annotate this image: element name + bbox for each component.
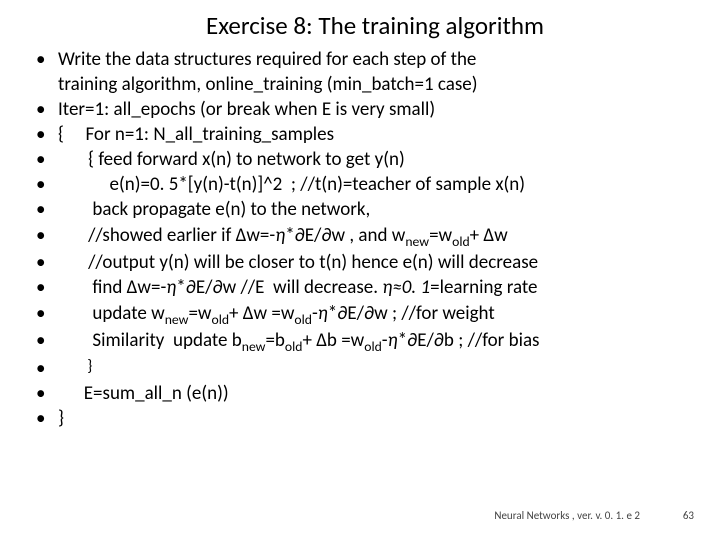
- line-text: //output y(n) will be closer to t(n) hen…: [58, 250, 690, 275]
- footer-note: Neural Networks , ver. v. 0. 1. e 2: [494, 509, 640, 522]
- list-item: • { feed forward x(n) to network to get …: [30, 147, 690, 172]
- bullet-dot: •: [30, 250, 58, 275]
- slide-body: • Write the data structures required for…: [30, 47, 690, 432]
- bullet-dot: •: [30, 275, 58, 300]
- list-item: • Write the data structures required for…: [30, 47, 690, 72]
- list-item: • }: [30, 406, 690, 431]
- line-text: back propagate e(n) to the network,: [58, 197, 690, 222]
- line-text: update wnew=wold+ Δw =wold-η*∂E/∂w ; //f…: [58, 301, 690, 329]
- line-text: E=sum_all_n (e(n)): [58, 381, 690, 406]
- list-item: • update wnew=wold+ Δw =wold-η*∂E/∂w ; /…: [30, 301, 690, 329]
- line-text: Iter=1: all_epochs (or break when E is v…: [58, 97, 690, 122]
- line-text: training algorithm, online_training (min…: [58, 72, 690, 97]
- bullet-dot: •: [30, 197, 58, 222]
- list-item: • back propagate e(n) to the network,: [30, 197, 690, 222]
- bullet-dot: •: [30, 381, 58, 406]
- list-item: • find Δw=-η*∂E/∂w //E will decrease. η≈…: [30, 275, 690, 300]
- list-item: • Similarity update bnew=bold+ Δb =wold-…: [30, 328, 690, 356]
- list-item: • Iter=1: all_epochs (or break when E is…: [30, 97, 690, 122]
- list-item: • { For n=1: N_all_training_samples: [30, 122, 690, 147]
- line-text: find Δw=-η*∂E/∂w //E will decrease. η≈0.…: [58, 275, 690, 300]
- bullet-dot: •: [30, 47, 58, 72]
- bullet-dot: •: [30, 328, 58, 353]
- list-item: • e(n)=0. 5*[y(n)-t(n)]^2 ; //t(n)=teach…: [30, 172, 690, 197]
- line-text: }: [58, 356, 690, 377]
- bullet-dot: •: [30, 122, 58, 147]
- bullet-dot: •: [30, 301, 58, 326]
- line-text: e(n)=0. 5*[y(n)-t(n)]^2 ; //t(n)=teacher…: [58, 172, 690, 197]
- line-text: }: [58, 406, 690, 431]
- page-number: 63: [683, 509, 694, 522]
- bullet-dot: •: [30, 97, 58, 122]
- bullet-dot: •: [30, 172, 58, 197]
- slide-title: Exercise 8: The training algorithm: [60, 10, 690, 41]
- line-text: { For n=1: N_all_training_samples: [58, 122, 690, 147]
- bullet-dot: •: [30, 223, 58, 248]
- bullet-dot: •: [30, 406, 58, 431]
- list-item: training algorithm, online_training (min…: [30, 72, 690, 97]
- line-text: Write the data structures required for e…: [58, 47, 690, 72]
- bullet-dot: •: [30, 356, 58, 381]
- line-text: //showed earlier if Δw=-η*∂E/∂w , and wn…: [58, 223, 690, 251]
- list-item: • //output y(n) will be closer to t(n) h…: [30, 250, 690, 275]
- list-item: • }: [30, 356, 690, 381]
- list-item: • E=sum_all_n (e(n)): [30, 381, 690, 406]
- line-text: { feed forward x(n) to network to get y(…: [58, 147, 690, 172]
- list-item: • //showed earlier if Δw=-η*∂E/∂w , and …: [30, 223, 690, 251]
- line-text: Similarity update bnew=bold+ Δb =wold-η*…: [58, 328, 690, 356]
- bullet-dot: •: [30, 147, 58, 172]
